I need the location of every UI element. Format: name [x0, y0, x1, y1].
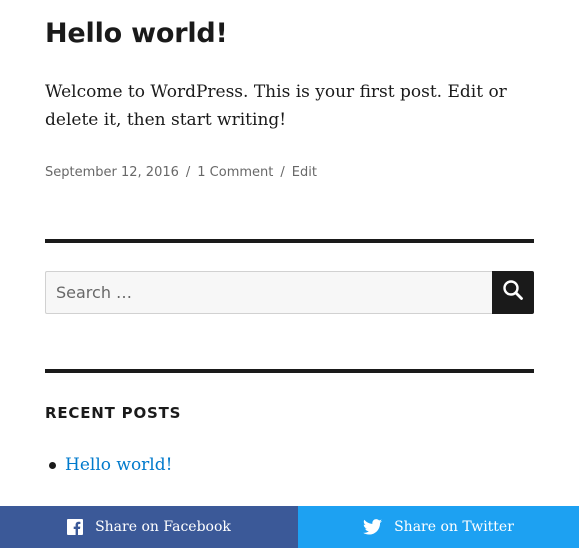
- recent-post-link[interactable]: Hello world!: [65, 455, 172, 475]
- bullet: [49, 462, 56, 469]
- search-button[interactable]: [492, 271, 534, 314]
- post-content: Welcome to WordPress. This is your first…: [45, 82, 507, 130]
- edit-link[interactable]: Edit: [292, 165, 317, 180]
- post-meta: September 12, 2016 / 1 Comment / Edit: [45, 164, 317, 182]
- recent-posts-heading: RECENT POSTS: [45, 404, 182, 422]
- list-item: Hello world!: [45, 452, 172, 478]
- share-facebook-button[interactable]: Share on Facebook: [0, 506, 298, 548]
- search-form: Search …: [45, 271, 534, 314]
- search-icon: [502, 279, 524, 306]
- section-divider: [45, 369, 534, 373]
- share-bar: Share on Facebook Share on Twitter: [0, 506, 579, 548]
- meta-separator: /: [185, 165, 191, 180]
- share-facebook-label: Share on Facebook: [95, 519, 231, 535]
- meta-separator: /: [280, 165, 285, 180]
- search-placeholder: Search …: [56, 283, 133, 302]
- section-divider: [45, 239, 534, 243]
- search-input[interactable]: Search …: [45, 271, 493, 314]
- recent-posts-list: Hello world!: [45, 452, 172, 478]
- facebook-icon: [67, 519, 84, 535]
- post-title[interactable]: Hello world!: [45, 16, 228, 52]
- share-twitter-button[interactable]: Share on Twitter: [298, 506, 579, 548]
- twitter-icon: [363, 519, 383, 535]
- post-date-link[interactable]: September 12, 2016: [45, 165, 179, 180]
- comments-link[interactable]: 1 Comment: [197, 165, 273, 180]
- share-twitter-label: Share on Twitter: [394, 519, 514, 535]
